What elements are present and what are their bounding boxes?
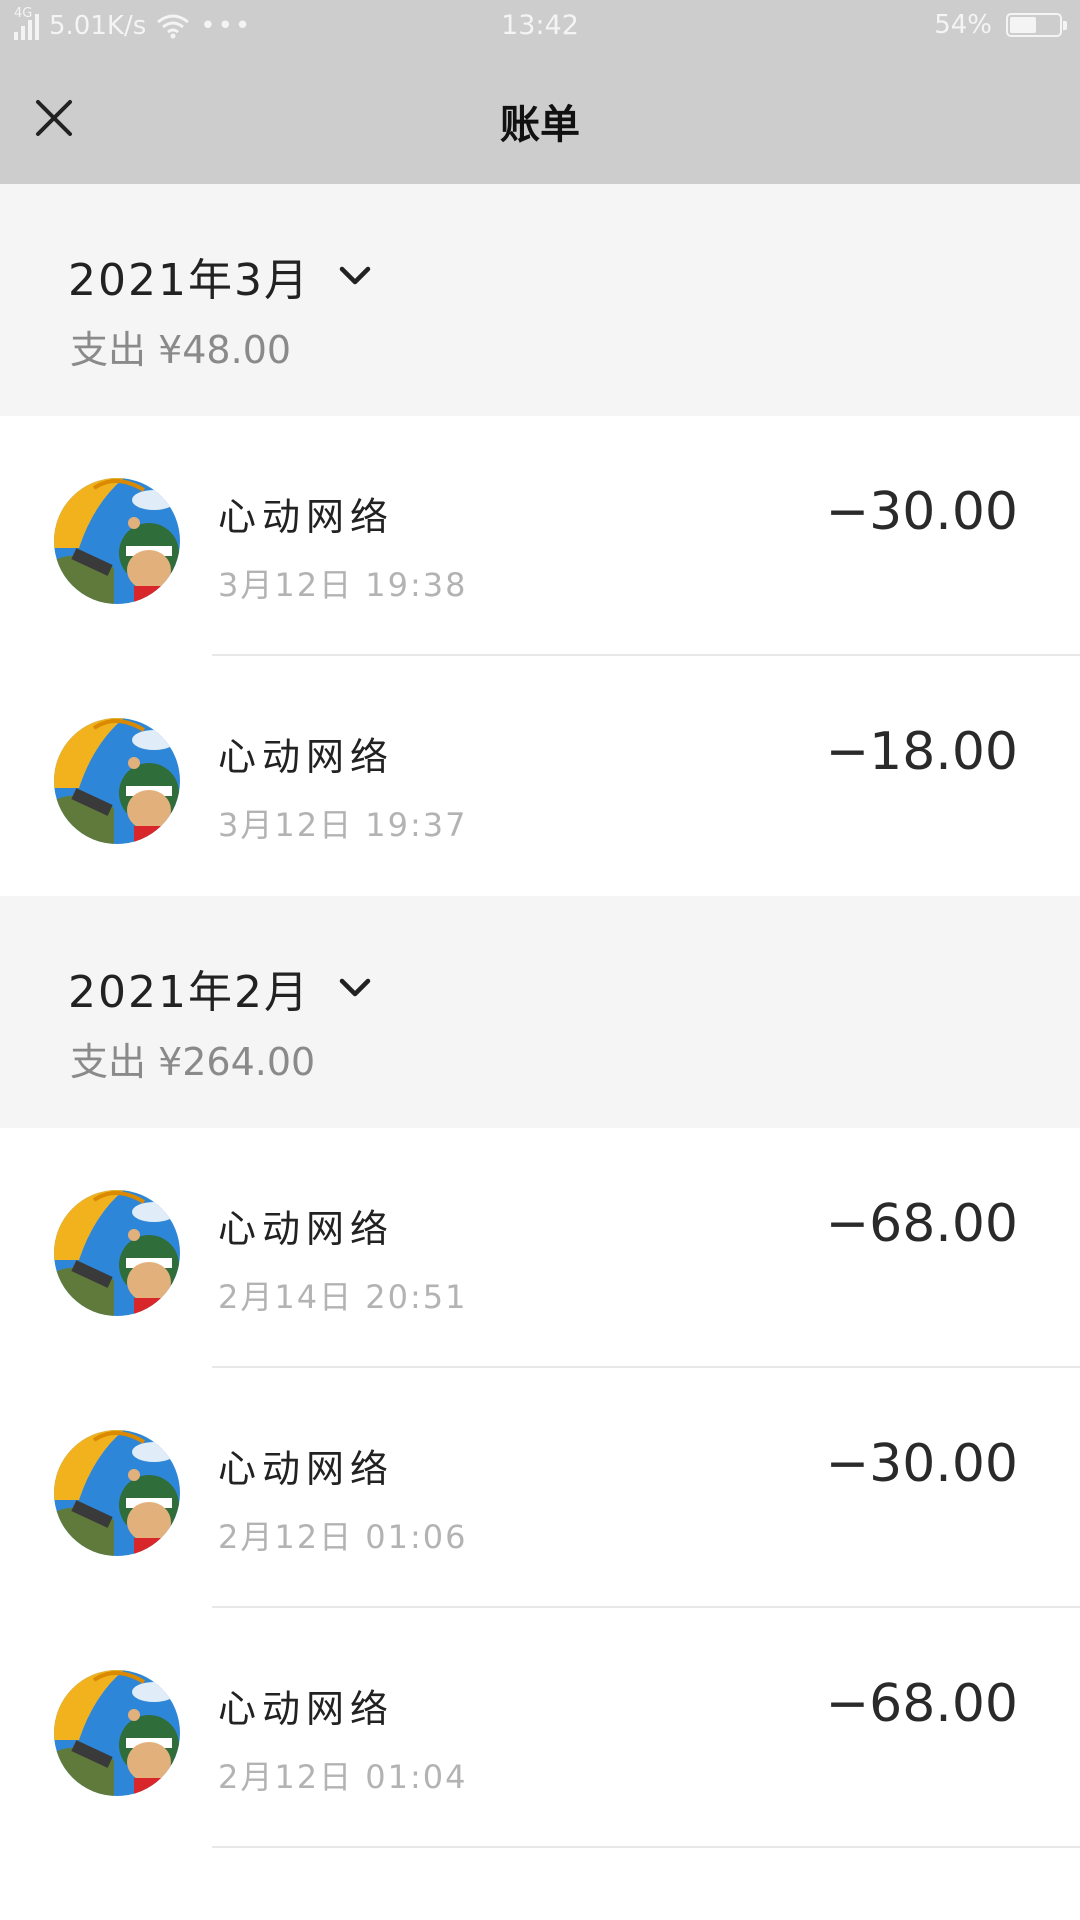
transaction-row[interactable]: 心动网络 3月12日 19:37 −18.00 [0,656,1080,896]
game-avatar-icon [54,1670,180,1796]
transaction-amount: −68.00 [825,1194,1018,1254]
bill-list[interactable]: 2021年3月 支出 ¥48.00 心动网络 3月12日 19:38 −30.0… [0,184,1080,1848]
status-right: 54% [934,10,1067,40]
battery-text: 54% [934,10,992,40]
page-title: 账单 [500,102,580,148]
avatar [54,1430,180,1556]
merchant-name: 心动网络 [218,495,395,539]
month-expense-summary: 支出 ¥264.00 [70,1040,316,1084]
merchant-name: 心动网络 [218,735,395,779]
month-expense-summary: 支出 ¥48.00 [70,328,292,372]
nav-bar: 账单 [0,52,1080,184]
battery-fill [1010,17,1036,33]
month-title: 2021年2月 [68,967,310,1018]
transaction-amount: −18.00 [825,722,1018,782]
avatar [54,1670,180,1796]
transaction-time: 2月14日 20:51 [218,1278,468,1316]
divider [212,1846,1080,1848]
transaction-time: 2月12日 01:04 [218,1758,468,1796]
month-title: 2021年3月 [68,255,310,306]
transaction-amount: −30.00 [825,1434,1018,1494]
transaction-amount: −30.00 [825,482,1018,542]
transaction-time: 3月12日 19:37 [218,806,468,844]
avatar [54,478,180,604]
chevron-down-icon[interactable] [338,977,372,999]
game-avatar-icon [54,1190,180,1316]
merchant-name: 心动网络 [218,1447,395,1491]
transaction-amount: −68.00 [825,1674,1018,1734]
battery-icon [1006,13,1067,37]
merchant-name: 心动网络 [218,1687,395,1731]
game-avatar-icon [54,478,180,604]
transaction-row[interactable]: 心动网络 2月12日 01:06 −30.00 [0,1368,1080,1608]
transaction-time: 2月12日 01:06 [218,1518,468,1556]
transaction-row[interactable]: 心动网络 3月12日 19:38 −30.00 [0,416,1080,656]
month-selector[interactable]: 2021年3月 [68,244,372,308]
avatar [54,1190,180,1316]
month-header[interactable]: 2021年2月 支出 ¥264.00 [0,896,1080,1128]
status-time: 13:42 [501,10,579,41]
merchant-name: 心动网络 [218,1207,395,1251]
game-avatar-icon [54,718,180,844]
chevron-down-icon[interactable] [338,265,372,287]
month-selector[interactable]: 2021年2月 [68,956,372,1020]
transaction-row[interactable]: 心动网络 2月12日 01:04 −68.00 [0,1608,1080,1848]
avatar [54,718,180,844]
game-avatar-icon [54,1430,180,1556]
transaction-row[interactable]: 心动网络 2月14日 20:51 −68.00 [0,1128,1080,1368]
transaction-time: 3月12日 19:38 [218,566,468,604]
status-bar: 4G 5.01K/s ••• 13:42 54% [0,0,1080,52]
month-header[interactable]: 2021年3月 支出 ¥48.00 [0,184,1080,416]
